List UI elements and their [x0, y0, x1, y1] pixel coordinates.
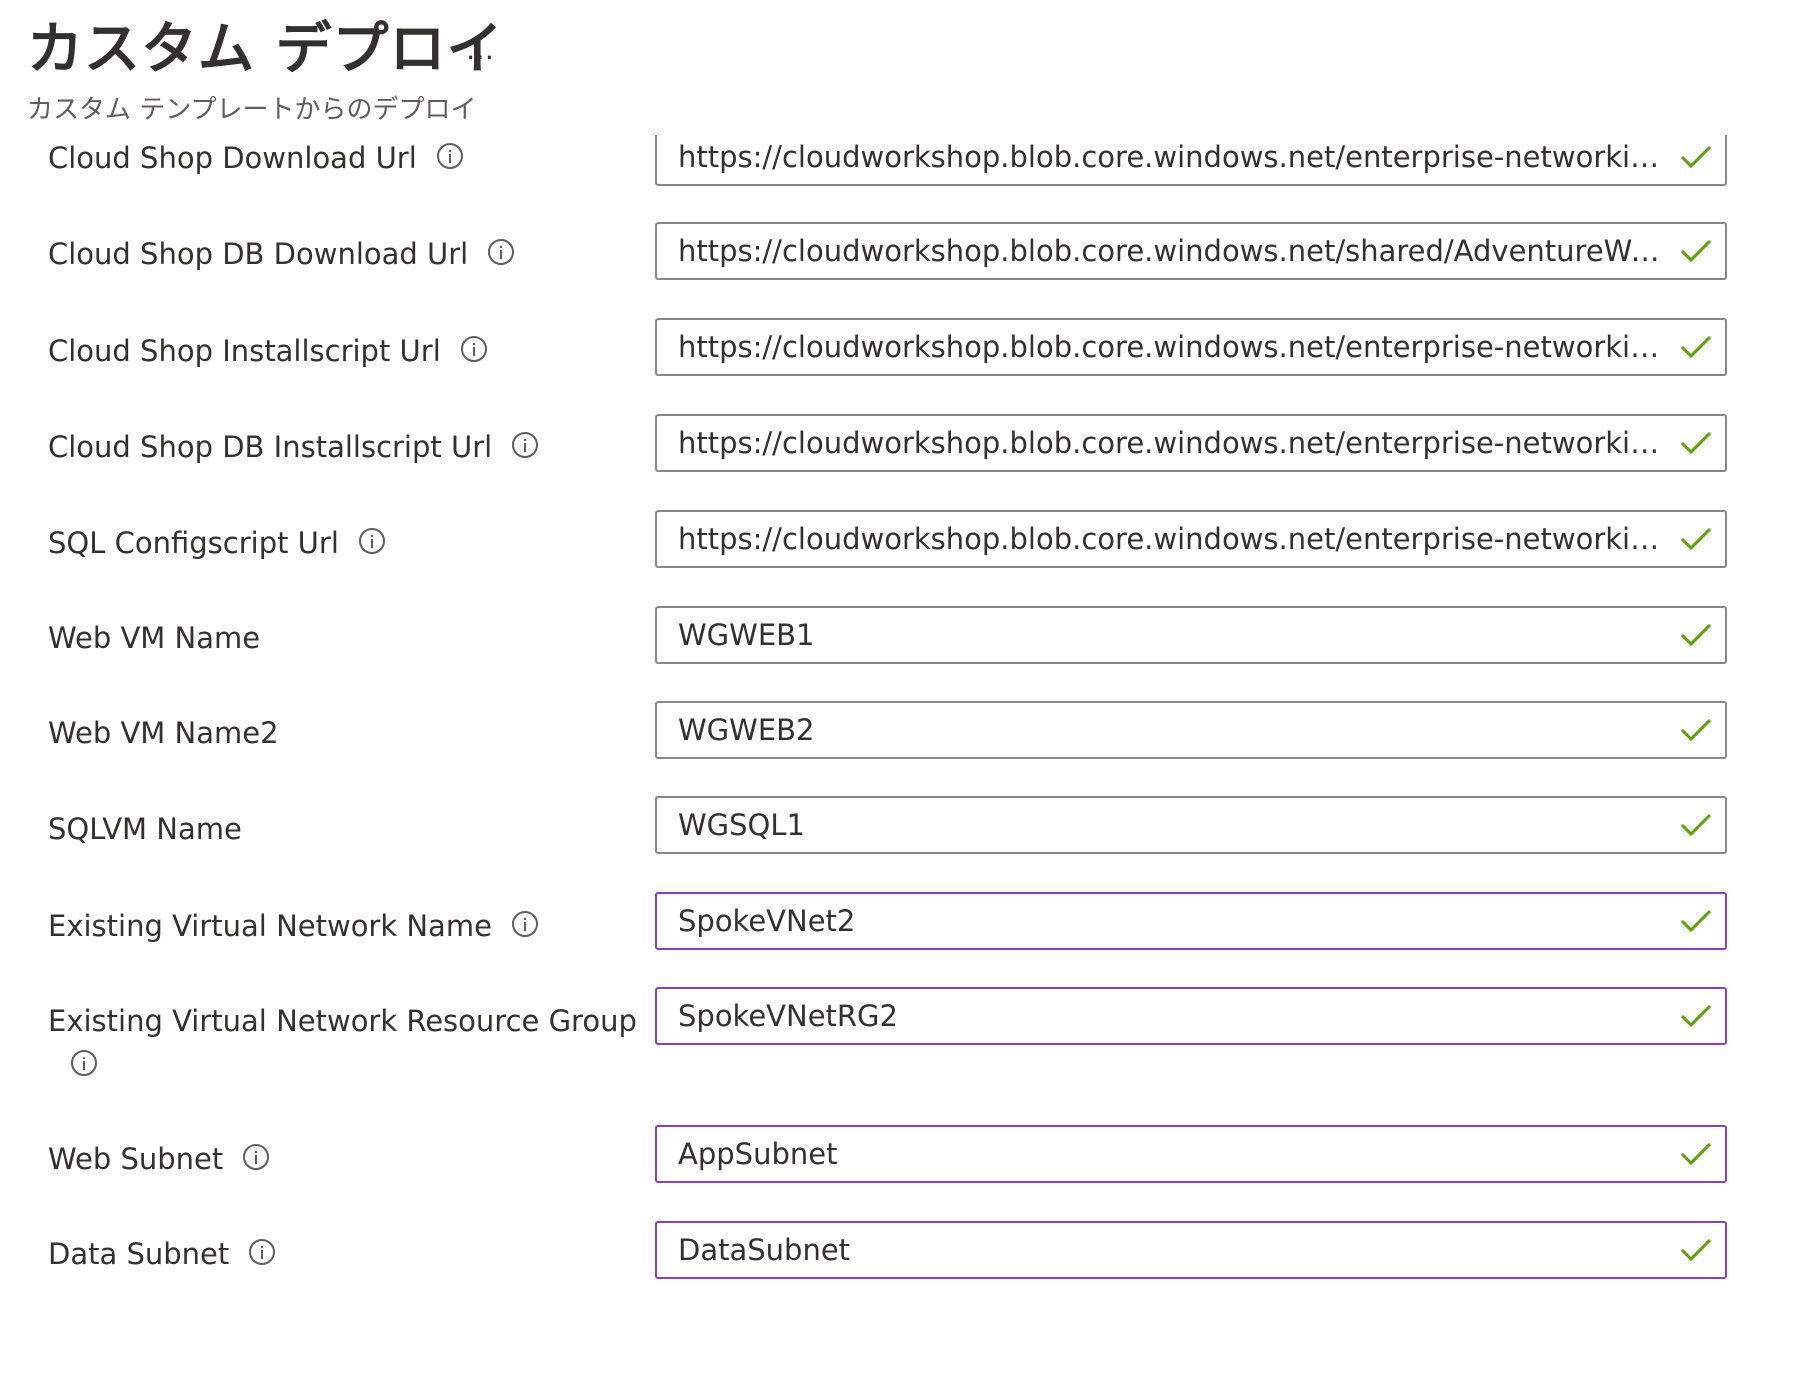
field-label-text: Web VM Name — [48, 621, 261, 655]
field-value: AppSubnet — [678, 1137, 838, 1171]
field-label: Existing Virtual Network Name — [48, 904, 538, 946]
field-value: https://cloudworkshop.blob.core.windows.… — [678, 522, 1663, 556]
web-subnet-input[interactable]: AppSubnet — [655, 1125, 1727, 1183]
info-icon[interactable] — [243, 1144, 270, 1170]
field-label: Web VM Name — [48, 616, 260, 658]
field-label: Cloud Shop Download Url — [48, 136, 463, 178]
checkmark-icon — [1680, 909, 1712, 933]
checkmark-icon — [1680, 1004, 1712, 1028]
info-icon[interactable] — [511, 911, 538, 937]
field-label: Existing Virtual Network Resource Group — [48, 999, 637, 1041]
field-value: https://cloudworkshop.blob.core.windows.… — [678, 330, 1663, 364]
info-icon[interactable] — [71, 1050, 97, 1076]
field-value: WGWEB2 — [678, 713, 815, 747]
checkmark-icon — [1680, 431, 1712, 455]
cloud-shop-db-download-url-input[interactable]: https://cloudworkshop.blob.core.windows.… — [655, 222, 1727, 280]
web-vm-name-input[interactable]: WGWEB1 — [655, 606, 1727, 664]
field-label-text: SQLVM Name — [48, 812, 242, 846]
field-label: Web VM Name2 — [48, 711, 279, 753]
field-label-text: Web Subnet — [48, 1142, 224, 1176]
cloud-shop-db-installscript-url-input[interactable]: https://cloudworkshop.blob.core.windows.… — [655, 414, 1727, 472]
field-value: WGSQL1 — [678, 808, 805, 842]
field-label: Web Subnet — [48, 1137, 270, 1179]
cloud-shop-installscript-url-input[interactable]: https://cloudworkshop.blob.core.windows.… — [655, 318, 1727, 376]
info-icon[interactable] — [436, 143, 463, 169]
existing-virtual-network-name-input[interactable]: SpokeVNet2 — [655, 892, 1727, 950]
info-icon[interactable] — [249, 1239, 276, 1265]
checkmark-icon — [1680, 623, 1712, 647]
field-value: https://cloudworkshop.blob.core.windows.… — [678, 234, 1663, 268]
field-value: https://cloudworkshop.blob.core.windows.… — [678, 140, 1663, 174]
web-vm-name2-input[interactable]: WGWEB2 — [655, 701, 1727, 759]
field-label: Cloud Shop DB Download Url — [48, 232, 515, 274]
field-label-text: Cloud Shop DB Installscript Url — [48, 430, 493, 464]
info-icon[interactable] — [488, 239, 515, 265]
cloud-shop-download-url-input[interactable]: https://cloudworkshop.blob.core.windows.… — [655, 128, 1727, 186]
field-label-text: Cloud Shop Download Url — [48, 141, 417, 175]
info-icon[interactable] — [358, 528, 385, 554]
field-label: Cloud Shop Installscript Url — [48, 329, 487, 371]
page-header: カスタム デプロイ … カスタム テンプレートからのデプロイ — [0, 0, 1799, 135]
deployment-form: Cloud Shop Download Url https://cloudwor… — [0, 0, 1799, 1379]
field-label: Data Subnet — [48, 1232, 276, 1274]
field-label-text: Existing Virtual Network Name — [48, 909, 492, 943]
checkmark-icon — [1680, 239, 1712, 263]
checkmark-icon — [1680, 335, 1712, 359]
info-icon[interactable] — [460, 336, 487, 362]
field-value: SpokeVNetRG2 — [678, 999, 898, 1033]
checkmark-icon — [1680, 1238, 1712, 1262]
field-value: https://cloudworkshop.blob.core.windows.… — [678, 426, 1663, 460]
field-label-text: Cloud Shop DB Download Url — [48, 237, 469, 271]
field-label: Cloud Shop DB Installscript Url — [48, 425, 539, 467]
checkmark-icon — [1680, 813, 1712, 837]
sql-configscript-url-input[interactable]: https://cloudworkshop.blob.core.windows.… — [655, 510, 1727, 568]
existing-virtual-network-resource-group-input[interactable]: SpokeVNetRG2 — [655, 987, 1727, 1045]
field-label-text: Existing Virtual Network Resource Group — [48, 1004, 637, 1038]
field-label-text: Web VM Name2 — [48, 716, 279, 750]
field-label-text: Cloud Shop Installscript Url — [48, 334, 441, 368]
data-subnet-input[interactable]: DataSubnet — [655, 1221, 1727, 1279]
page-title: カスタム デプロイ — [27, 17, 504, 82]
sqlvm-name-input[interactable]: WGSQL1 — [655, 796, 1727, 854]
field-label: SQLVM Name — [48, 807, 242, 849]
checkmark-icon — [1680, 527, 1712, 551]
field-label-text: Data Subnet — [48, 1237, 230, 1271]
checkmark-icon — [1680, 718, 1712, 742]
field-value: SpokeVNet2 — [678, 904, 856, 938]
field-label-text: SQL Configscript Url — [48, 526, 339, 560]
field-value: DataSubnet — [678, 1233, 851, 1267]
info-icon[interactable] — [512, 432, 539, 458]
checkmark-icon — [1680, 1142, 1712, 1166]
more-actions-button[interactable]: … — [455, 30, 505, 70]
field-value: WGWEB1 — [678, 618, 815, 652]
field-label: SQL Configscript Url — [48, 521, 385, 563]
checkmark-icon — [1680, 145, 1712, 169]
page-subtitle: カスタム テンプレートからのデプロイ — [27, 95, 477, 125]
